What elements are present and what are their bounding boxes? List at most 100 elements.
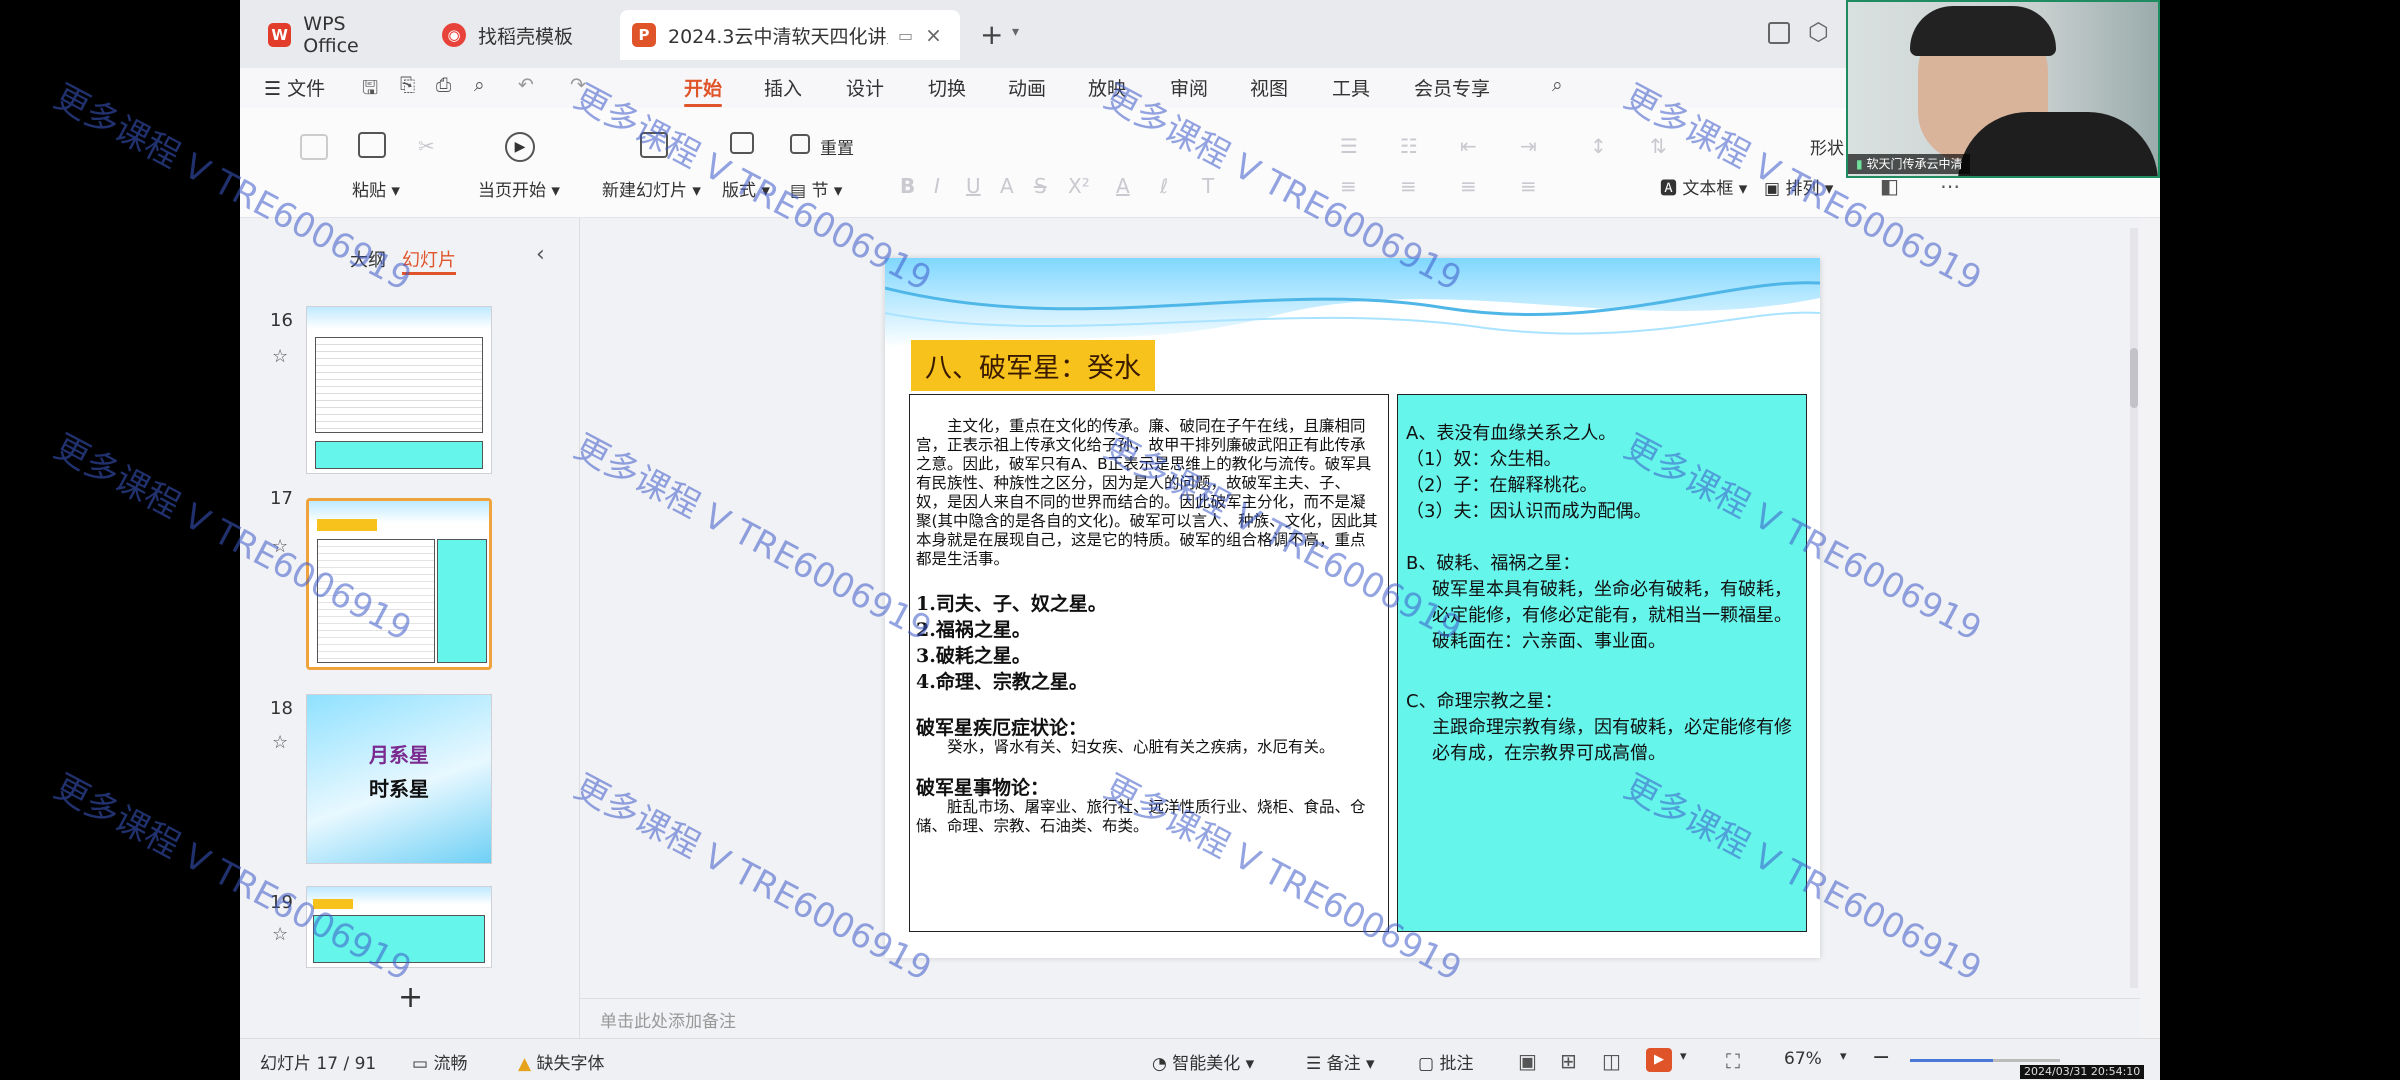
section-button[interactable]: ▤ 节 ▾ (790, 176, 842, 201)
paste-button[interactable]: 粘贴 ▾ (352, 176, 400, 201)
collapse-panel-icon[interactable]: ‹ (536, 242, 545, 267)
menu-review[interactable]: 审阅 (1170, 74, 1208, 101)
print-preview-icon[interactable]: ⌕ (474, 74, 485, 96)
menu-design[interactable]: 设计 (846, 74, 884, 101)
star-icon[interactable]: ☆ (272, 732, 288, 753)
print-icon[interactable]: ⎙ (436, 74, 451, 96)
arrange-button[interactable]: ▣ 排列 ▾ (1764, 174, 1833, 199)
tab-wps-office[interactable]: W WPS Office (256, 10, 416, 60)
text-effect-icon[interactable]: A (1000, 174, 1014, 198)
chevron-down-icon[interactable]: ▾ (1840, 1049, 1847, 1064)
italic-icon[interactable]: I (934, 174, 940, 198)
normal-view-icon[interactable]: ▣ (1518, 1049, 1537, 1073)
tab-label: 找稻壳模板 (478, 25, 574, 48)
textbox-button[interactable]: 🅰 文本框 ▾ (1660, 174, 1747, 199)
play-from-current-icon[interactable]: ▶ (505, 132, 535, 162)
zoom-out-icon[interactable]: − (1872, 1045, 1890, 1070)
star-icon[interactable]: ☆ (272, 924, 288, 945)
beautify-button[interactable]: ◔ 智能美化 ▾ (1152, 1049, 1254, 1074)
highlight-icon[interactable]: ℓ (1160, 174, 1168, 198)
align-left-icon[interactable]: ≡ (1340, 174, 1357, 198)
menu-slideshow[interactable]: 放映 (1088, 74, 1126, 101)
comments-button[interactable]: ▢ 批注 (1418, 1049, 1473, 1074)
play-slideshow-icon[interactable]: ▶ (1646, 1048, 1672, 1072)
reset-button[interactable]: 重置 (820, 134, 854, 159)
redo-icon[interactable]: ↷ (570, 74, 586, 96)
export-pdf-icon[interactable]: ⎘ (400, 74, 415, 96)
new-tab-icon[interactable]: + (980, 18, 1003, 51)
slide-thumbnail-19[interactable] (306, 886, 492, 968)
notes-pane[interactable]: 单击此处添加备注 (580, 998, 2140, 1038)
play-from-current-button[interactable]: 当页开始 ▾ (478, 176, 560, 201)
slide-subheading: 破军星疾厄症状论： (916, 717, 1088, 739)
layout-button[interactable]: 版式 ▾ (722, 176, 770, 201)
file-menu[interactable]: ☰ 文件 (264, 74, 325, 101)
superscript-icon[interactable]: X² (1068, 174, 1090, 198)
zoom-slider[interactable] (1910, 1059, 2060, 1062)
notes-toggle-button[interactable]: ☰ 备注 ▾ (1306, 1049, 1375, 1074)
chevron-down-icon[interactable]: ▾ (1680, 1049, 1687, 1064)
thumb-number: 18 (270, 698, 293, 719)
save-icon[interactable]: 🖫 (362, 74, 378, 106)
menu-transition[interactable]: 切换 (928, 74, 966, 101)
indent-icon[interactable]: ⇤ (1460, 134, 1477, 158)
strikethrough-icon[interactable]: S (1034, 174, 1047, 198)
justify-icon[interactable]: ≡ (1520, 174, 1537, 198)
fit-window-icon[interactable]: ⛶ (1726, 1049, 1740, 1073)
new-slide-button[interactable]: 新建幻灯片 ▾ (602, 176, 701, 201)
menu-insert[interactable]: 插入 (764, 74, 802, 101)
menu-animation[interactable]: 动画 (1008, 74, 1046, 101)
slide-title[interactable]: 八、破军星：癸水 (911, 340, 1155, 391)
chevron-down-icon[interactable]: ▾ (1012, 24, 1019, 40)
close-tab-icon[interactable]: × (925, 23, 942, 47)
slide-thumbnail-16[interactable] (306, 306, 492, 474)
align-center-icon[interactable]: ≡ (1400, 174, 1417, 198)
numbering-icon[interactable]: ☷ (1400, 134, 1418, 158)
menu-view[interactable]: 视图 (1250, 74, 1288, 101)
star-icon[interactable]: ☆ (272, 346, 288, 367)
zoom-level[interactable]: 67% (1784, 1049, 1822, 1069)
missing-font-button[interactable]: ▲ 缺失字体 (518, 1049, 604, 1074)
cut-icon[interactable]: ✂ (418, 134, 435, 158)
shape-button[interactable]: 形状 (1810, 134, 1844, 159)
bullets-icon[interactable]: ☰ (1340, 134, 1358, 158)
cube-icon[interactable]: ⬡ (1808, 18, 1829, 46)
slide-thumbnail-18[interactable]: 月系星 时系星 (306, 694, 492, 864)
slide-right-textbox[interactable]: A、表没有血缘关系之人。 （1）奴：众生相。 （2）子：在解释桃花。 （3）夫：… (1397, 394, 1807, 932)
theme-button[interactable]: ▭ 流畅 (412, 1049, 467, 1074)
tab-docer[interactable]: ◉ 找稻壳模板 (430, 10, 610, 60)
vertical-scrollbar[interactable] (2130, 228, 2138, 988)
font-color-icon[interactable]: A (1116, 174, 1130, 198)
slide[interactable]: 八、破军星：癸水 主文化，重点在文化的传承。廉、破同在子午在线，且廉相同宫，正表… (885, 258, 1820, 958)
add-slide-button[interactable]: + (398, 980, 423, 1015)
window-restore-icon[interactable] (1768, 22, 1790, 44)
font-size-icon[interactable]: T (1202, 174, 1214, 198)
search-icon[interactable]: ⌕ (1552, 74, 1563, 96)
slide-sorter-icon[interactable]: ⊞ (1560, 1049, 1577, 1073)
menu-home[interactable]: 开始 (684, 74, 723, 107)
menu-member[interactable]: 会员专享 (1414, 74, 1490, 101)
align-right-icon[interactable]: ≡ (1460, 174, 1477, 198)
undo-icon[interactable]: ↶ (518, 74, 534, 96)
underline-icon[interactable]: U (966, 174, 981, 198)
layout-icon[interactable] (730, 132, 754, 154)
star-icon[interactable]: ☆ (272, 536, 288, 557)
bold-icon[interactable]: B (900, 174, 915, 198)
slide-text: 脏乱市场、屠宰业、旅行社、远洋性质行业、烧柜、食品、仓储、命理、宗教、石油类、布… (916, 798, 1366, 835)
slide-subheading: B、破耗、福祸之星： (1406, 553, 1581, 574)
paste-icon[interactable] (358, 132, 386, 158)
text-direction-icon[interactable]: ⇅ (1650, 134, 1667, 158)
thumb-number: 17 (270, 488, 293, 509)
menu-tools[interactable]: 工具 (1332, 74, 1370, 101)
slides-tab[interactable]: 幻灯片 (402, 246, 456, 275)
new-slide-icon[interactable] (640, 132, 668, 158)
reading-view-icon[interactable]: ◫ (1602, 1049, 1621, 1073)
slide-thumbnail-17[interactable] (306, 498, 492, 670)
slide-left-textbox[interactable]: 主文化，重点在文化的传承。廉、破同在子午在线，且廉相同宫，正表示祖上传承文化给子… (909, 394, 1389, 932)
slide-list-item: （3）夫：因认识而成为配偶。 (1406, 501, 1652, 522)
cut-format-icon[interactable] (300, 134, 328, 160)
tab-document[interactable]: P 2024.3云中清软天四化讲义.p ▭ × (620, 10, 960, 60)
line-spacing-icon[interactable]: ↕ (1590, 134, 1607, 158)
outdent-icon[interactable]: ⇥ (1520, 134, 1537, 158)
outline-tab[interactable]: 大纲 (350, 246, 386, 272)
